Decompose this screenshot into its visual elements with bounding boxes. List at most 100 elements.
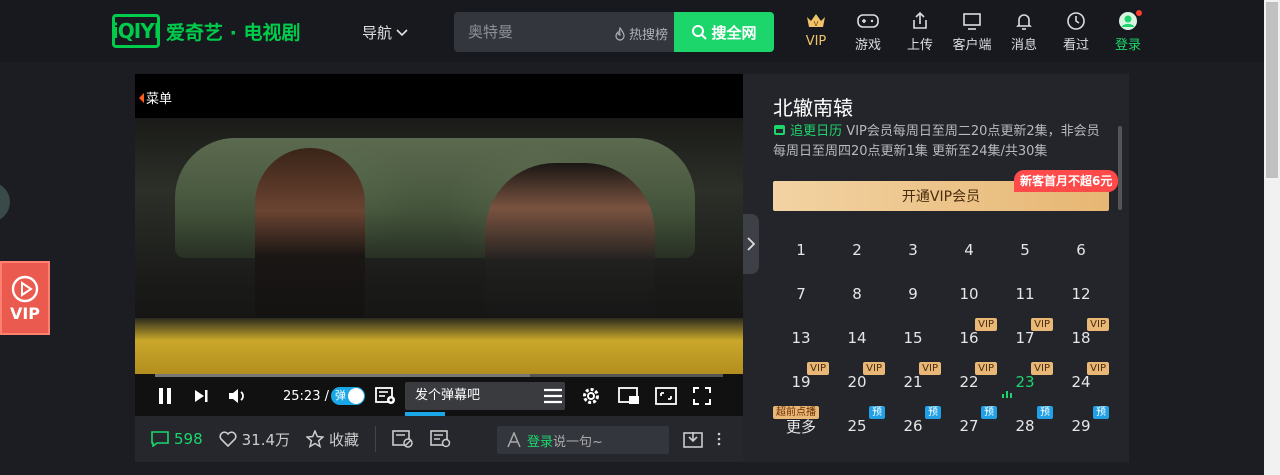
gear-icon [583,388,599,404]
episode-item[interactable]: 12 [1053,274,1109,314]
fullscreen-button[interactable] [693,384,711,408]
comment-count-button[interactable]: 598 [151,430,203,448]
episode-number: 12 [1071,285,1091,303]
gamepad-icon [857,14,879,28]
playlist-button[interactable] [543,384,563,408]
volume-button[interactable] [228,384,248,408]
vip-badge: VIP [919,362,941,375]
episode-item[interactable]: 24 VIP [1053,362,1109,402]
episode-item[interactable]: 8 [829,274,885,314]
episode-item[interactable]: 3 [885,230,941,270]
episode-item[interactable]: 14 [829,318,885,358]
episode-item[interactable]: 6 [1053,230,1109,270]
episode-item[interactable]: 18 VIP [1053,318,1109,358]
episode-item[interactable]: 4 [941,230,997,270]
episode-number: 29 [1071,417,1091,435]
episode-item[interactable]: 2 [829,230,885,270]
player-menu-button[interactable]: 菜单 [139,88,172,107]
episode-item[interactable]: 5 [997,230,1053,270]
client-button[interactable]: 客户端 [946,10,998,54]
page-scrollbar[interactable] [1264,0,1280,475]
episode-item[interactable]: 26 预 [885,406,941,446]
danmu-switch[interactable]: 弹 [331,387,365,405]
episode-item[interactable]: 22 VIP [941,362,997,402]
next-button[interactable] [193,384,209,408]
video-scene-person-left [255,148,365,328]
search-input[interactable] [468,12,598,52]
danmu-comment-input[interactable]: 登录说一句~ [497,426,669,454]
chevron-right-icon [747,237,755,251]
send-danmu-button[interactable] [683,430,703,448]
search-button[interactable]: 搜全网 [674,12,774,52]
login-button[interactable]: 登录 [1102,10,1154,54]
progress-bar[interactable] [155,374,723,377]
video-frame[interactable] [135,118,743,374]
episode-item[interactable]: 1 [773,230,829,270]
comment-count: 598 [174,430,203,448]
page-root: iQIYI 爱奇艺 · 电视剧 导航 热搜榜 搜全网 V VIP [0,0,1280,475]
nav-dropdown[interactable]: 导航 [362,22,408,43]
episode-item[interactable]: 11 [997,274,1053,314]
like-button[interactable]: 31.4万 [219,429,290,450]
episode-item[interactable]: 21 VIP [885,362,941,402]
vip-button[interactable]: V VIP [790,10,842,54]
episode-item[interactable]: 27 预 [941,406,997,446]
preview-badge: 预 [925,406,941,419]
episode-item[interactable]: 更多 超前点播 [773,406,829,446]
episode-item[interactable]: 13 [773,318,829,358]
pause-button[interactable] [157,384,173,408]
site-logo[interactable]: iQIYI 爱奇艺 · 电视剧 [112,14,300,48]
episode-number: 9 [908,285,918,303]
panel-scrollbar[interactable] [1118,126,1122,210]
message-button[interactable]: 消息 [998,10,1050,54]
episode-number: 16 [959,329,979,347]
episode-item[interactable]: 9 [885,274,941,314]
preview-badge: 预 [981,406,997,419]
pip-button[interactable] [618,384,640,408]
episode-item[interactable]: 19 VIP [773,362,829,402]
danmu-toggle[interactable]: 弹 [331,384,365,408]
hot-list-link[interactable]: 热搜榜 [614,24,668,43]
episode-item[interactable]: 17 VIP [997,318,1053,358]
danmu-input[interactable]: 发个弹幕吧 [405,382,565,416]
hot-list-label: 热搜榜 [628,28,668,43]
episode-item[interactable]: 29 预 [1053,406,1109,446]
calendar-link[interactable]: 追更日历 [790,124,842,139]
floating-vip-button[interactable]: VIP [0,261,50,335]
episode-item[interactable]: 10 [941,274,997,314]
episode-item[interactable]: 20 VIP [829,362,885,402]
episode-item[interactable]: 23 VIP [997,362,1053,402]
upload-button[interactable]: 上传 [894,10,946,54]
progress-played [155,374,530,377]
client-label: 客户端 [952,38,992,53]
episode-number: 13 [791,329,811,347]
danmu-settings-button[interactable] [375,384,397,408]
comment-login-link[interactable]: 登录 [527,435,553,450]
bell-icon [1016,14,1032,30]
collect-button[interactable]: 收藏 [306,429,359,450]
danmu-off-button[interactable] [392,429,414,449]
episode-number: 3 [908,241,918,259]
page-scrollbar-thumb[interactable] [1266,2,1278,178]
episode-item[interactable]: 15 [885,318,941,358]
episode-number: 21 [903,373,923,391]
episode-item[interactable]: 25 预 [829,406,885,446]
episode-item[interactable]: 28 预 [997,406,1053,446]
settings-button[interactable] [581,384,601,408]
video-player[interactable]: 菜单 25:23 / 弹 发个弹幕吧 [135,74,743,416]
upload-label: 上传 [906,38,933,53]
episode-item[interactable]: 16 VIP [941,318,997,358]
episode-number: 24 [1071,373,1091,391]
history-button[interactable]: 看过 [1050,10,1102,54]
danmu-config-button[interactable] [430,429,452,449]
game-button[interactable]: 游戏 [842,10,894,54]
collapse-panel-button[interactable] [743,214,759,274]
more-options-button[interactable] [717,432,721,446]
search-bar: 热搜榜 搜全网 [454,12,774,52]
chevron-down-icon [396,28,408,36]
fullscreen-icon [693,387,711,405]
web-fullscreen-button[interactable] [655,384,677,408]
side-float-tab[interactable] [0,182,10,222]
episode-item[interactable]: 7 [773,274,829,314]
early-access-badge: 超前点播 [773,406,819,419]
